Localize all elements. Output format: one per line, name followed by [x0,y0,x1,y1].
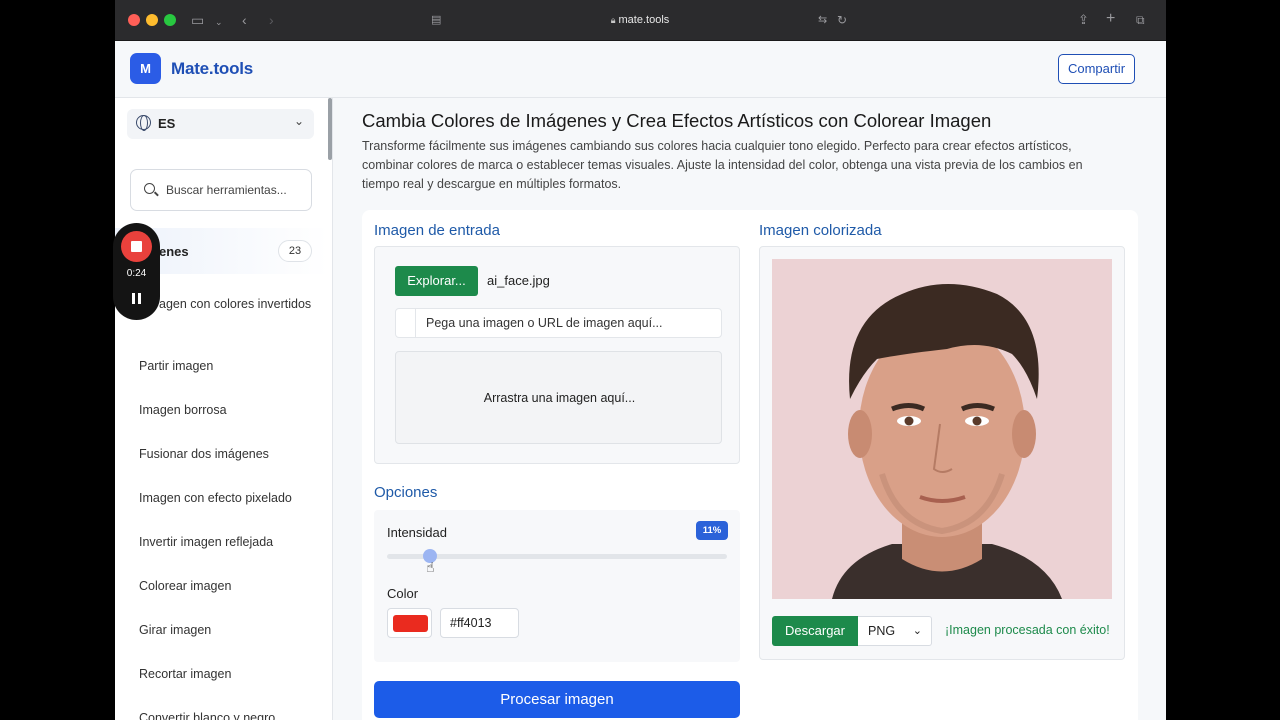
chevron-down-icon: ⌄ [912,625,922,637]
app-header: M Mate.tools Compartir [115,41,1166,98]
page-description: Transforme fácilmente sus imágenes cambi… [362,139,1083,191]
sidebar-item-split-image[interactable]: Partir imagen [139,357,314,376]
drop-zone-text: Arrastra una imagen aquí... [483,391,636,405]
chevron-down-icon[interactable]: ⌄ [215,12,223,32]
success-message: ¡Imagen procesada con éxito! [945,623,1110,637]
zoom-window-button[interactable] [164,14,176,26]
search-input[interactable]: Buscar herramientas... [130,169,312,211]
colorized-image [772,259,1112,599]
chevron-down-icon: ⌄ [293,114,304,128]
search-icon [144,183,155,194]
url-input-prefix [396,309,416,337]
logo[interactable]: M [130,53,161,84]
browser-toolbar: ▭ ⌄ ‹ › ▤ 🔒︎ mate.tools ⇆ ↻ ⇪ + ⧉ [115,0,1166,41]
forward-icon[interactable]: › [269,10,274,30]
sidebar-item-merge-images[interactable]: Fusionar dos imágenes [139,445,314,464]
page-title: Cambia Colores de Imágenes y Crea Efecto… [362,110,992,131]
color-picker[interactable] [387,608,432,638]
brand-name[interactable]: Mate.tools [171,59,253,79]
intensity-badge: 11% [696,521,728,540]
share-button[interactable]: Compartir [1058,54,1135,84]
format-select[interactable]: PNG ⌄ [858,616,932,646]
recording-time: 0:24 [126,268,147,279]
intensity-label: Intensidad [387,525,447,540]
sidebar-item-blur-image[interactable]: Imagen borrosa [139,401,314,420]
browse-button[interactable]: Explorar... [395,266,478,296]
process-image-button[interactable]: Procesar imagen [374,681,740,718]
sidebar: ES ⌄ Buscar herramientas... enes 23 agen… [115,98,333,720]
reload-icon[interactable]: ↻ [837,10,847,30]
lock-icon: 🔒︎ [610,15,616,25]
category-label: enes [159,244,189,259]
tool-panel: Imagen de entrada Explorar... ai_face.jp… [362,210,1138,720]
globe-icon [136,115,151,131]
output-section-title: Imagen colorizada [759,222,882,239]
address-bar[interactable]: 🔒︎ mate.tools [425,10,855,30]
sidebar-toggle-icon[interactable]: ▭ [191,10,204,30]
options-section-title: Opciones [374,484,438,501]
color-hex-input[interactable]: #ff4013 [440,608,519,638]
sidebar-item-inverted-colors[interactable]: agen con colores invertidos [139,295,314,314]
file-name: ai_face.jpg [487,273,550,288]
image-url-input[interactable]: Pega una imagen o URL de imagen aquí... [395,308,722,338]
drop-zone[interactable]: Arrastra una imagen aquí... [395,351,722,444]
hand-cursor-icon: ☝ [426,559,435,575]
translate-icon[interactable]: ⇆ [818,10,827,30]
recording-widget: 0:24 [113,223,160,320]
stop-recording-button[interactable] [121,231,152,262]
tabs-icon[interactable]: ⧉ [1136,10,1145,30]
url-placeholder: Pega una imagen o URL de imagen aquí... [426,316,663,330]
sidebar-item-colorize[interactable]: Colorear imagen [139,577,314,596]
search-placeholder: Buscar herramientas... [166,183,287,197]
language-value: ES [158,116,176,131]
color-swatch [393,615,428,632]
sidebar-item-rotate[interactable]: Girar imagen [139,621,314,640]
sidebar-scrollbar[interactable] [328,98,332,160]
sidebar-item-crop[interactable]: Recortar imagen [139,665,314,684]
output-image-box: Descargar PNG ⌄ ¡Imagen procesada con éx… [759,246,1125,660]
url-text: mate.tools [618,14,670,26]
language-selector[interactable]: ES ⌄ [127,109,314,139]
options-box: Intensidad 11% ☝ Color #ff4013 [374,510,740,662]
format-value: PNG [868,624,896,638]
new-tab-icon[interactable]: + [1106,9,1115,29]
browser-window: ▭ ⌄ ‹ › ▤ 🔒︎ mate.tools ⇆ ↻ ⇪ + ⧉ M Mate.… [115,0,1166,720]
download-button[interactable]: Descargar [772,616,858,646]
sidebar-item-pixelate[interactable]: Imagen con efecto pixelado [139,489,314,508]
sidebar-item-black-white[interactable]: Convertir blanco y negro [139,709,314,720]
main-content: Cambia Colores de Imágenes y Crea Efecto… [334,98,1166,720]
minimize-window-button[interactable] [146,14,158,26]
input-image-box: Explorar... ai_face.jpg Pega una imagen … [374,246,740,464]
sidebar-item-mirror[interactable]: Invertir imagen reflejada [139,533,314,552]
close-window-button[interactable] [128,14,140,26]
pause-icon[interactable] [131,293,142,304]
category-count-badge: 23 [278,240,312,262]
back-icon[interactable]: ‹ [242,10,247,30]
color-label: Color [387,586,419,601]
intensity-slider-track[interactable] [387,554,727,559]
share-icon[interactable]: ⇪ [1078,10,1089,30]
input-section-title: Imagen de entrada [374,222,500,239]
